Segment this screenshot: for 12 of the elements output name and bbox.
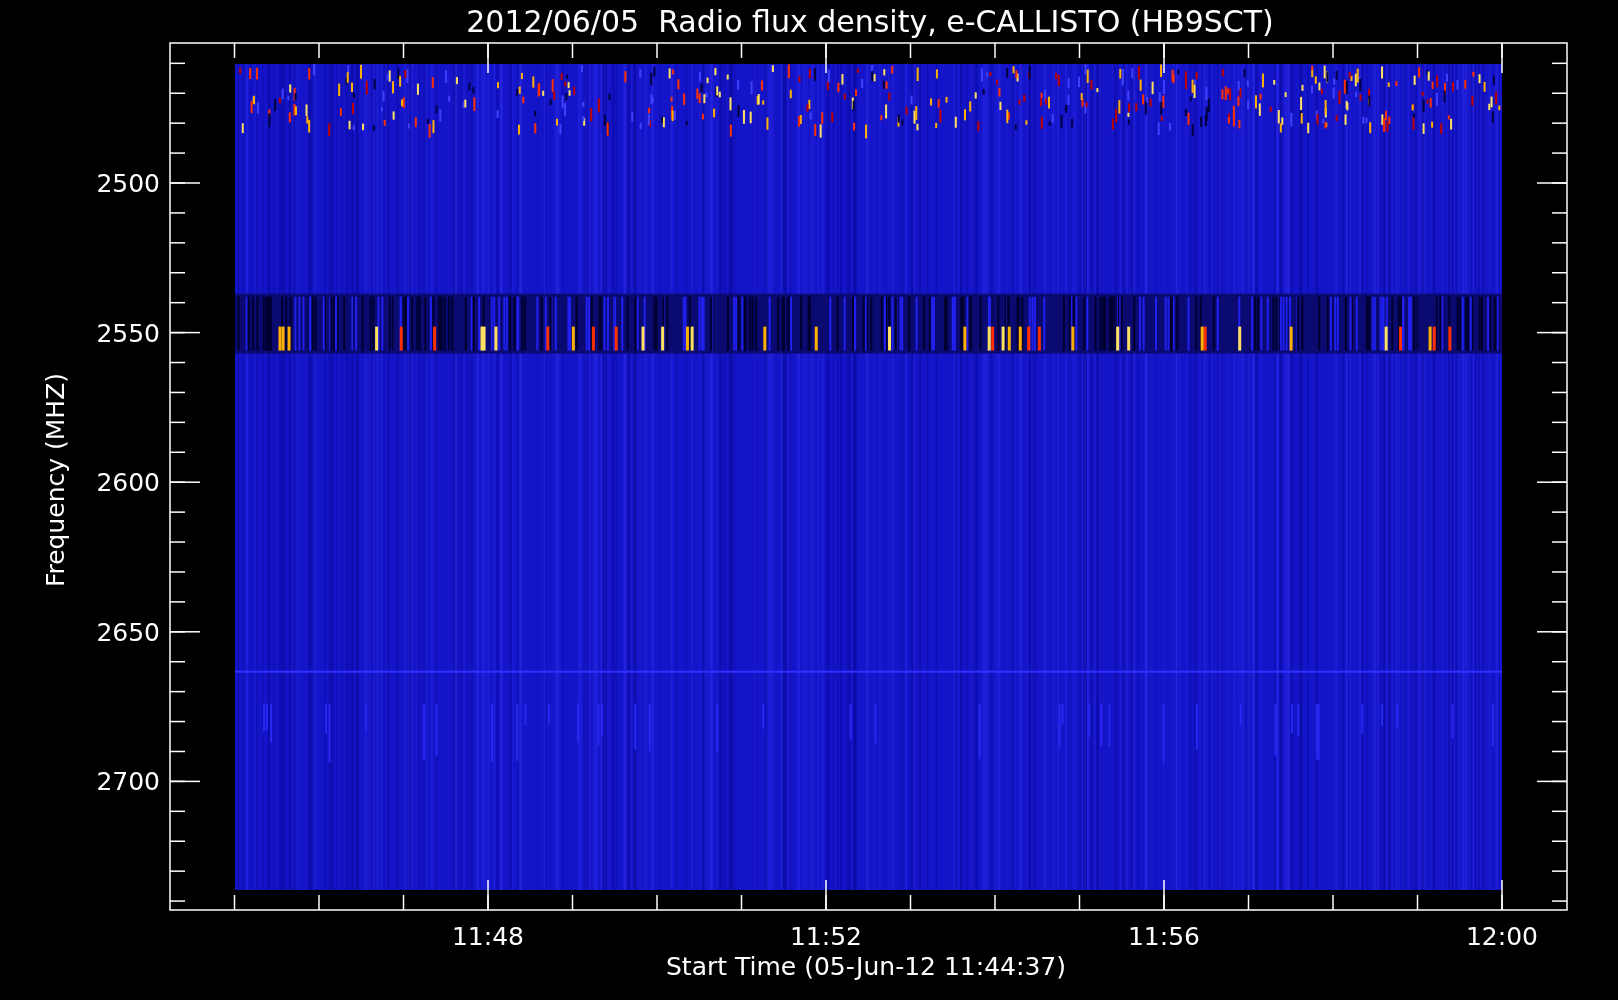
- x-tick-label: 12:00: [1466, 922, 1538, 951]
- x-axis-label: Start Time (05-Jun-12 11:44:37): [666, 952, 1066, 981]
- x-tick-label: 11:48: [452, 922, 524, 951]
- y-axis-label: Frequency (MHZ): [41, 372, 70, 588]
- y-tick-label: 2700: [96, 767, 160, 797]
- y-tick-label: 2650: [96, 617, 160, 647]
- x-tick-label: 11:52: [790, 922, 862, 951]
- y-tick-label: 2600: [96, 468, 160, 498]
- chart-title: 2012/06/05 Radio flux density, e-CALLISTO (HB9SCT): [466, 4, 1274, 39]
- x-tick-label: 11:56: [1128, 922, 1200, 951]
- y-tick-label: 2500: [96, 169, 160, 198]
- y-tick-label: 2550: [96, 318, 160, 348]
